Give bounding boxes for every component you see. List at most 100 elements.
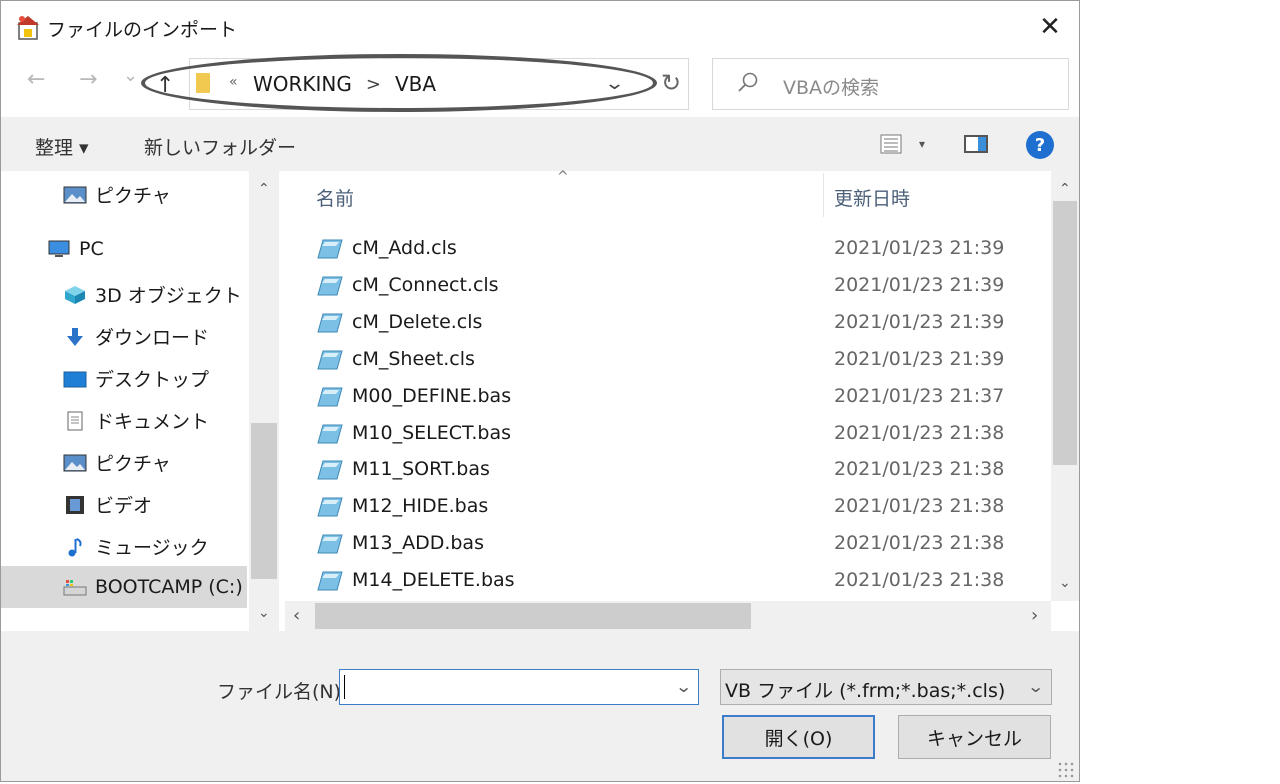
video-icon (66, 495, 84, 514)
address-dropdown-icon[interactable]: ⌄ (604, 73, 625, 94)
sidebar-item-documents[interactable]: ドキュメント (63, 407, 209, 434)
file-row[interactable]: M12_HIDE.bas 2021/01/23 21:38 (317, 489, 1047, 525)
vba-file-icon (317, 534, 343, 554)
file-date: 2021/01/23 21:38 (834, 532, 1005, 554)
sidebar-item-3d-objects[interactable]: 3D オブジェクト (63, 281, 242, 308)
file-date: 2021/01/23 21:37 (834, 385, 1005, 407)
file-list-vertical-thumb[interactable] (1053, 201, 1077, 465)
vba-file-icon (317, 571, 343, 591)
vba-file-icon (317, 497, 343, 517)
sidebar-item-label: ミュージック (95, 537, 209, 559)
documents-icon (67, 411, 83, 430)
music-icon (68, 537, 82, 556)
file-row[interactable]: cM_Sheet.cls 2021/01/23 21:39 (317, 342, 1047, 378)
vba-file-icon (317, 350, 343, 370)
sidebar-item-pc[interactable]: PC (47, 238, 104, 260)
up-button[interactable]: ↑ (156, 73, 174, 98)
vba-file-icon (317, 239, 343, 259)
help-icon[interactable]: ? (1026, 131, 1054, 159)
nav-scroll-down-icon[interactable]: ⌄ (258, 605, 270, 621)
nav-pane-scroll-thumb[interactable] (251, 423, 277, 579)
open-button[interactable]: 開く(O) (722, 715, 875, 759)
file-row[interactable]: cM_Delete.cls 2021/01/23 21:39 (317, 305, 1047, 341)
file-date: 2021/01/23 21:39 (834, 311, 1005, 333)
sidebar-item-label: デスクトップ (95, 369, 210, 391)
sidebar-item-downloads[interactable]: ダウンロード (63, 323, 209, 350)
list-scroll-up-icon[interactable]: ⌃ (1059, 181, 1071, 197)
file-list-horizontal-thumb[interactable] (315, 603, 751, 629)
file-name: cM_Connect.cls (352, 274, 499, 296)
forward-button[interactable]: → (79, 67, 97, 92)
file-name: M12_HIDE.bas (352, 495, 489, 517)
close-button[interactable]: ✕ (1021, 1, 1079, 53)
breadcrumb-separator-icon[interactable]: > (366, 74, 381, 95)
pc-icon (48, 240, 70, 257)
sidebar-item-music[interactable]: ミュージック (63, 533, 209, 560)
sidebar-item-videos[interactable]: ビデオ (63, 491, 152, 518)
column-header-name[interactable]: 名前 (316, 184, 354, 211)
back-button[interactable]: ← (27, 67, 45, 92)
cancel-button[interactable]: キャンセル (898, 715, 1051, 759)
sidebar-item-pictures[interactable]: ピクチャ (63, 181, 171, 208)
column-header-date[interactable]: 更新日時 (834, 184, 910, 211)
file-date: 2021/01/23 21:39 (834, 348, 1005, 370)
close-icon: ✕ (1039, 12, 1061, 42)
text-cursor (344, 675, 345, 699)
file-type-dropdown-icon[interactable]: ⌄ (1027, 677, 1044, 696)
file-row[interactable]: M13_ADD.bas 2021/01/23 21:38 (317, 526, 1047, 562)
search-icon (738, 72, 758, 92)
search-box[interactable] (712, 58, 1069, 110)
3d-objects-icon (65, 285, 85, 304)
view-dropdown-icon[interactable]: ▾ (919, 137, 925, 151)
file-name: M13_ADD.bas (352, 532, 484, 554)
window-title: ファイルのインポート (47, 19, 238, 41)
file-name: M14_DELETE.bas (352, 569, 515, 591)
organize-button[interactable]: 整理 ▾ (35, 133, 89, 160)
sidebar-item-label: ピクチャ (95, 453, 171, 475)
file-date: 2021/01/23 21:39 (834, 237, 1005, 259)
filename-input[interactable] (339, 669, 699, 705)
sort-caret-icon: ^ (557, 169, 569, 185)
file-name: M11_SORT.bas (352, 458, 490, 480)
filename-dropdown-icon[interactable]: ⌄ (675, 677, 692, 696)
file-date: 2021/01/23 21:38 (834, 495, 1005, 517)
sidebar-item-desktop[interactable]: デスクトップ (63, 365, 209, 392)
pictures-icon (63, 186, 87, 203)
vba-file-icon (317, 313, 343, 333)
vba-file-icon (317, 387, 343, 407)
list-scroll-down-icon[interactable]: ⌄ (1059, 575, 1071, 591)
file-date: 2021/01/23 21:38 (834, 422, 1005, 444)
file-row[interactable]: cM_Add.cls 2021/01/23 21:39 (317, 231, 1047, 267)
resize-grip-icon[interactable] (1057, 761, 1075, 779)
recent-locations-button[interactable]: ⌄ (123, 65, 138, 86)
file-date: 2021/01/23 21:38 (834, 458, 1005, 480)
sidebar-item-label: BOOTCAMP (C:) (95, 576, 243, 598)
list-scroll-left-icon[interactable]: ‹ (293, 605, 300, 626)
import-dialog: ファイルのインポート ✕ ← → ⌄ ↑ « WORKING > VBA ⌄ ↻… (0, 0, 1080, 782)
sidebar-item-label: PC (79, 238, 104, 260)
vba-file-icon (317, 424, 343, 444)
column-divider[interactable] (823, 173, 824, 217)
address-overflow-icon[interactable]: « (229, 74, 238, 90)
new-folder-button[interactable]: 新しいフォルダー (144, 133, 296, 160)
file-row[interactable]: cM_Connect.cls 2021/01/23 21:39 (317, 268, 1047, 304)
pictures-icon (63, 454, 87, 471)
file-name: cM_Delete.cls (352, 311, 483, 333)
vba-file-icon (317, 276, 343, 296)
breadcrumb-vba[interactable]: VBA (395, 72, 436, 96)
refresh-button[interactable]: ↻ (661, 69, 681, 97)
file-row[interactable]: M14_DELETE.bas 2021/01/23 21:38 (317, 563, 1047, 599)
list-scroll-right-icon[interactable]: › (1031, 605, 1038, 626)
sidebar-item-bootcamp[interactable]: BOOTCAMP (C:) (63, 576, 243, 598)
view-details-icon[interactable] (880, 134, 902, 154)
file-row[interactable]: M10_SELECT.bas 2021/01/23 21:38 (317, 416, 1047, 452)
preview-pane-icon[interactable] (964, 135, 988, 153)
drive-icon (63, 580, 87, 596)
nav-scroll-up-icon[interactable]: ⌃ (258, 181, 270, 197)
title-bar: ファイルのインポート ✕ (1, 1, 1079, 53)
breadcrumb-working[interactable]: WORKING (253, 72, 352, 96)
sidebar-item-pictures-2[interactable]: ピクチャ (63, 449, 171, 476)
file-row[interactable]: M00_DEFINE.bas 2021/01/23 21:37 (317, 379, 1047, 415)
footer-panel (1, 631, 1079, 781)
file-row[interactable]: M11_SORT.bas 2021/01/23 21:38 (317, 452, 1047, 488)
